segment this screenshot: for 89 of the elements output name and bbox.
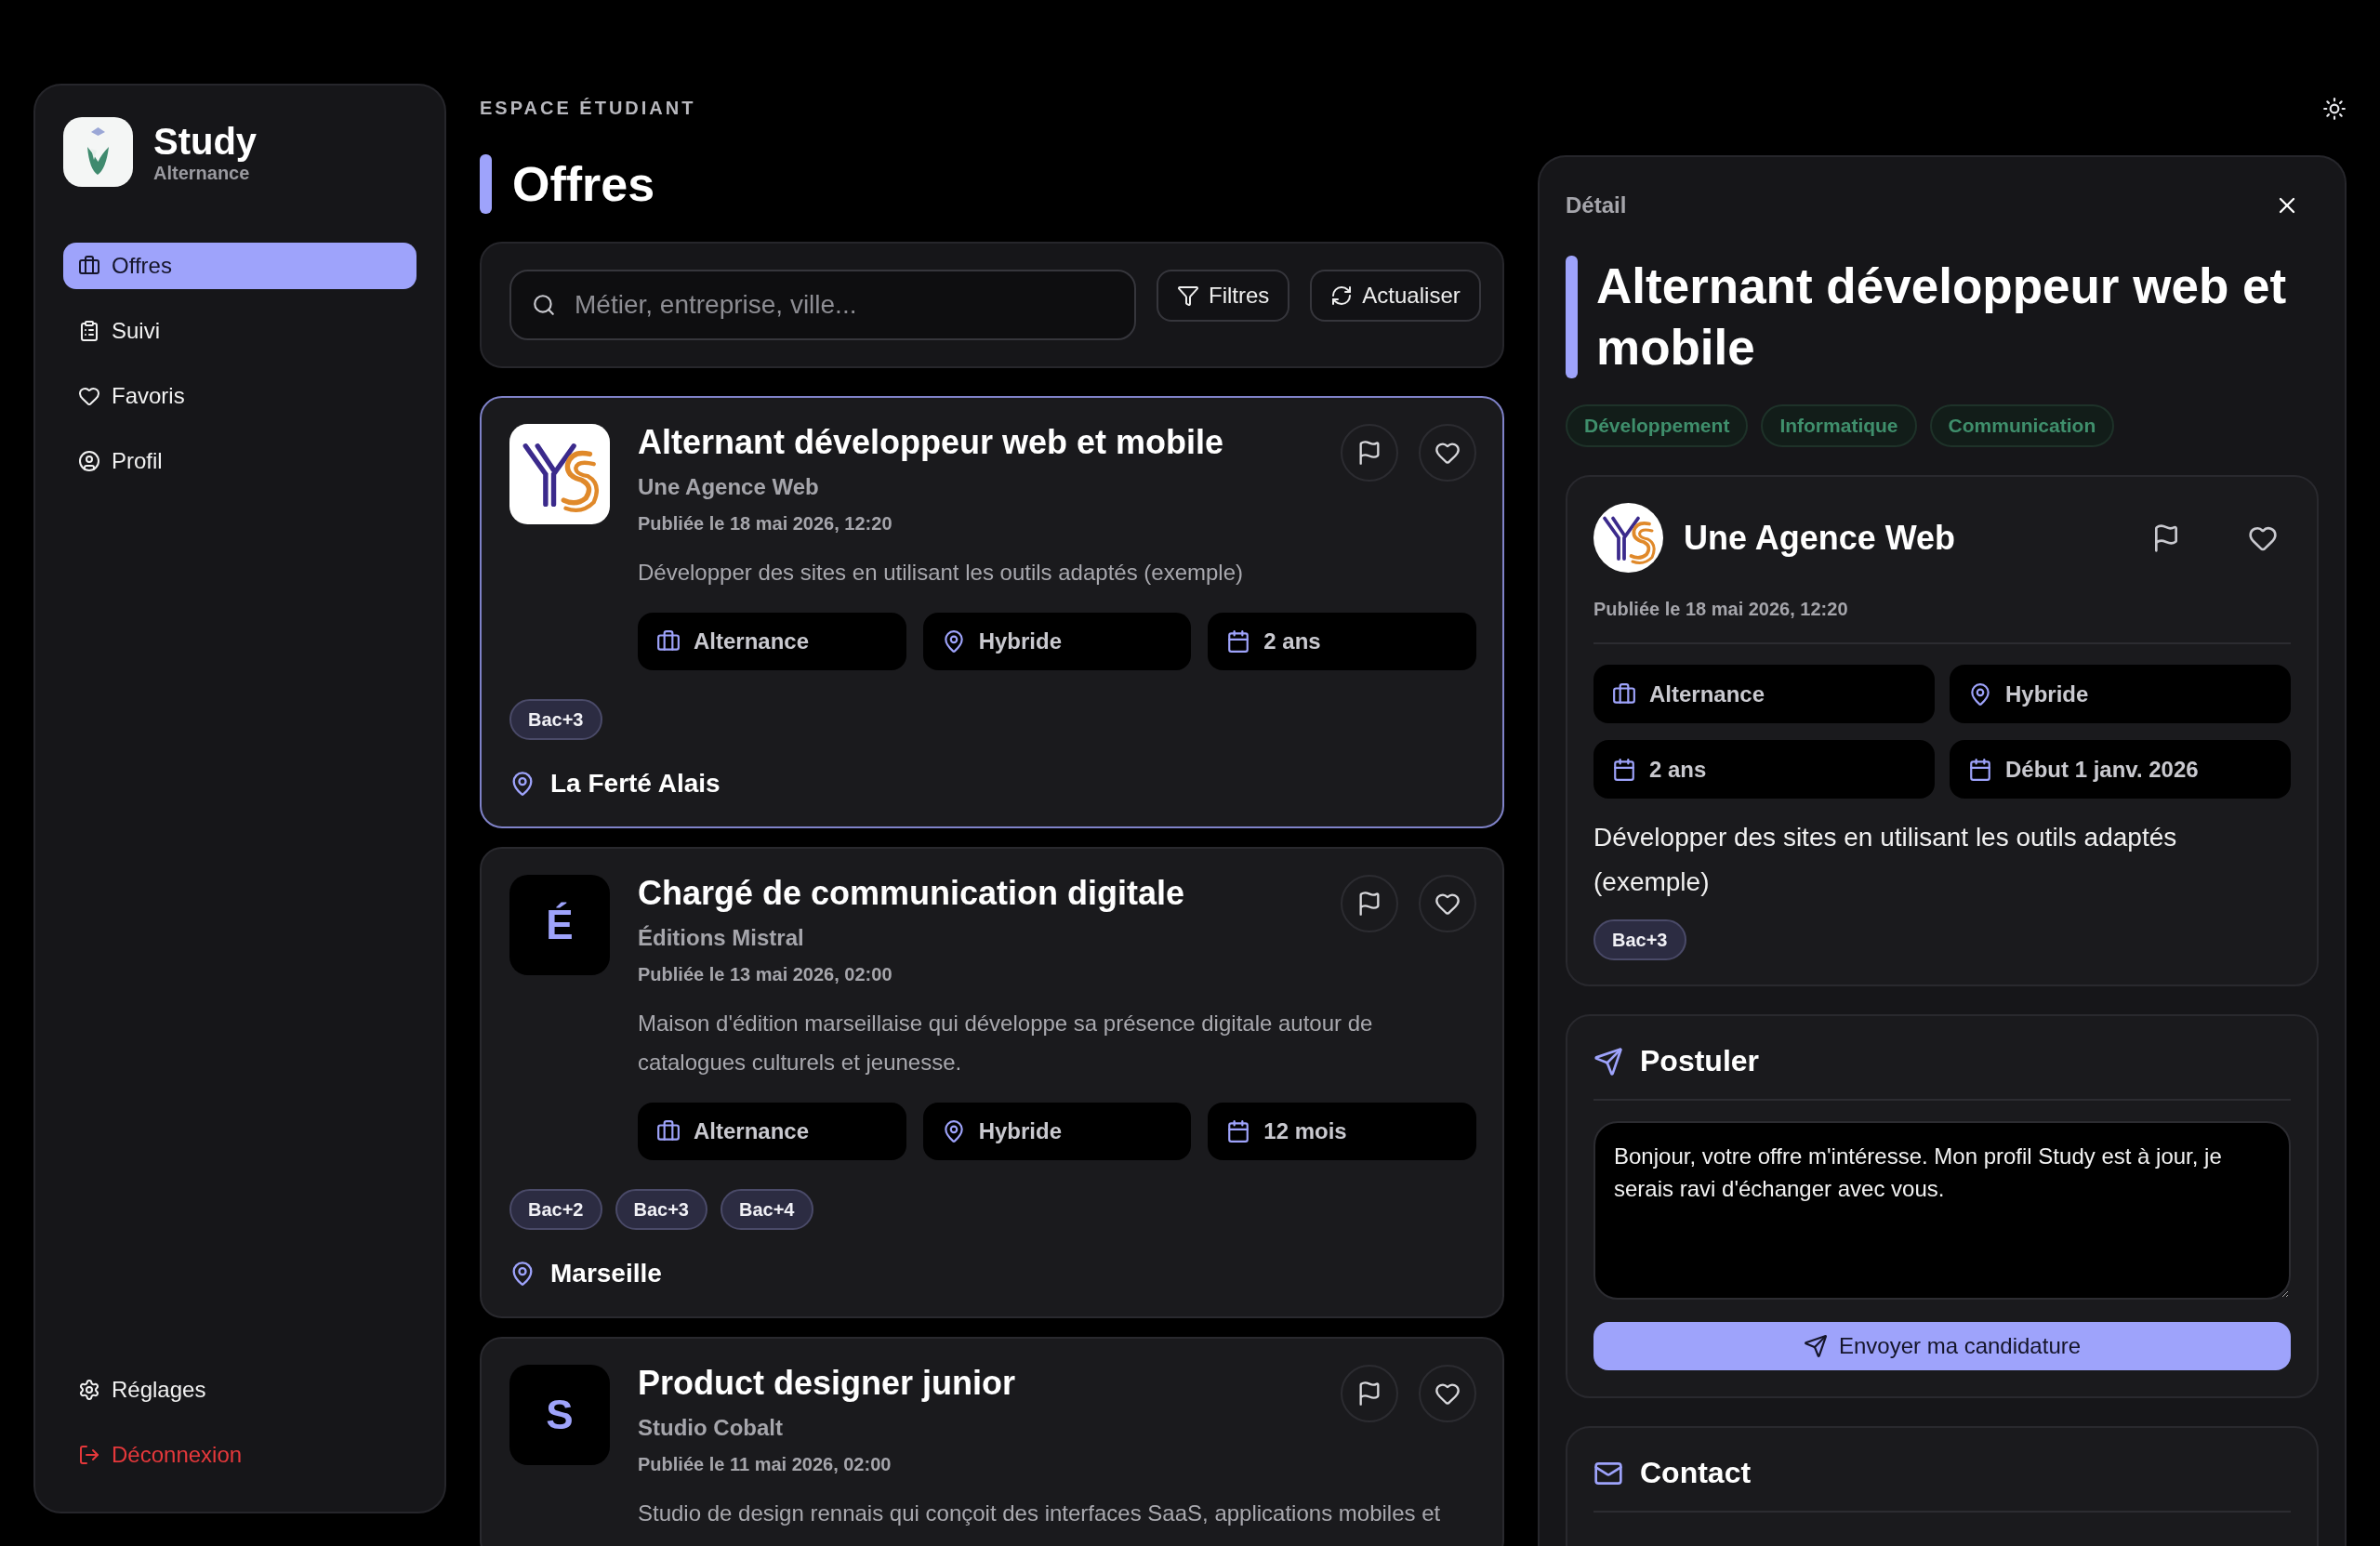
chip-label: Hybride (2005, 681, 2089, 707)
publish-date: Publiée le 18 mai 2026, 12:20 (638, 513, 893, 535)
briefcase-icon (656, 1119, 681, 1143)
company-logo: É (509, 875, 610, 975)
send-icon (1803, 1334, 1828, 1358)
category-tag: Développement (1566, 404, 1749, 447)
calendar-icon (1226, 629, 1251, 654)
offer-description: Développer des sites en utilisant les outils adaptés (exemple) (1593, 822, 2178, 898)
favorite-button[interactable] (1419, 875, 1476, 932)
level-tag: Bac+3 (1593, 919, 1686, 960)
settings-icon (78, 1379, 100, 1401)
company-name: Éditions Mistral (638, 925, 805, 951)
section-title: Postuler (1640, 1044, 1760, 1078)
nav-item[interactable]: Profil (63, 438, 416, 484)
publish-date: Publiée le 18 mai 2026, 12:20 (1593, 599, 1849, 620)
briefcase-icon (1612, 681, 1636, 707)
category-tag: Informatique (1761, 404, 1917, 447)
chip-label: 2 ans (1649, 756, 1707, 783)
app-name: Study (153, 120, 258, 163)
nav-item[interactable]: Suivi (63, 308, 416, 354)
calendar-icon (1226, 1119, 1251, 1143)
send-icon (1593, 1046, 1623, 1077)
favorite-button[interactable] (1419, 424, 1476, 482)
offer-title: Product designer junior (638, 1363, 1016, 1404)
logout-icon (78, 1444, 100, 1466)
favorite-button[interactable] (1419, 1365, 1476, 1422)
briefcase-icon (78, 255, 100, 277)
company-logo: S (509, 1365, 610, 1465)
chip-label: 2 ans (1263, 628, 1321, 654)
publish-date: Publiée le 11 mai 2026, 02:00 (638, 1454, 892, 1475)
heart-icon (1435, 891, 1461, 917)
offer-card[interactable]: Alternant développeur web et mobile Une Agence Web Publiée le 18 mai 2026, 12:20 Développer des sites en utilisant les outils adaptés (exemple) Alternance Hybride 2 ans Bac+3 La Ferté Alais (480, 396, 1504, 828)
detail-title: Alternant développeur web et mobile (1596, 258, 2288, 377)
level-tag: Bac+4 (721, 1189, 813, 1230)
section-label: ESPACE ÉTUDIANT (480, 98, 697, 119)
heart-icon (1435, 1381, 1461, 1407)
refresh-icon (1330, 284, 1354, 307)
nav-item[interactable]: Réglages (63, 1367, 416, 1413)
app-subtitle: Alternance (153, 163, 251, 184)
logout-link[interactable]: Déconnexion (63, 1432, 416, 1478)
offer-description: Développer des sites en utilisant les outils adaptés (exemple) (638, 559, 1244, 587)
company-name: Une Agence Web (1684, 518, 1957, 558)
calendar-icon (1968, 757, 1992, 782)
company-name: Une Agence Web (638, 474, 820, 500)
level-tag: Bac+3 (615, 1189, 707, 1230)
offer-title: Chargé de communication digitale (638, 873, 1185, 914)
panel-label: Détail (1566, 192, 1627, 218)
filter-icon (1177, 284, 1199, 307)
chip-label: Alternance (694, 1118, 810, 1144)
offer-title: Alternant développeur web et mobile (638, 422, 1224, 463)
pin-icon (1968, 681, 1992, 707)
offer-description: Maison d'édition marseillaise qui développe sa présence digitale autour de catalogues culturels et jeunesse. (638, 1010, 1374, 1077)
nav-item[interactable]: Offres (63, 243, 416, 289)
chip-label: Alternance (1649, 681, 1765, 707)
company-name: Studio Cobalt (638, 1415, 784, 1441)
city-label: Marseille (550, 1259, 662, 1288)
heart-icon (1435, 440, 1461, 466)
user-icon (78, 450, 100, 472)
chip-label: Hybride (978, 1118, 1062, 1144)
offer-description: Studio de design rennais qui conçoit des interfaces SaaS, applications mobiles et (638, 1500, 1442, 1527)
send-button[interactable]: Envoyer ma candidature (1593, 1322, 2291, 1370)
clipboard-icon (78, 320, 100, 342)
search-field[interactable]: Métier, entreprise, ville... (509, 270, 1136, 340)
report-button[interactable] (1341, 875, 1398, 932)
chip-label: 12 mois (1263, 1118, 1347, 1144)
report-button[interactable] (1341, 424, 1398, 482)
nav-item[interactable]: Favoris (63, 373, 416, 419)
level-tag: Bac+2 (509, 1189, 602, 1230)
heart-icon (78, 385, 100, 407)
sun-icon (2322, 97, 2347, 121)
category-tag: Communication (1929, 404, 2115, 447)
filter-button[interactable]: Filtres (1157, 270, 1290, 322)
page-title: Offres (512, 156, 655, 212)
chip-label: Début 1 janv. 2026 (2005, 756, 2199, 783)
report-button[interactable] (1341, 1365, 1398, 1422)
offer-card[interactable]: S Product designer junior Studio Cobalt Publiée le 11 mai 2026, 02:00 Studio de design rennais qui conçoit des interfaces SaaS, applications mobiles et (480, 1337, 1504, 1546)
publish-date: Publiée le 13 mai 2026, 02:00 (638, 964, 893, 985)
calendar-icon (1612, 757, 1636, 782)
chip-label: Alternance (694, 628, 810, 654)
search-icon (532, 293, 556, 317)
offer-card[interactable] (480, 847, 1504, 1318)
chip-label: Hybride (978, 628, 1062, 654)
section-title: Contact (1640, 1456, 1752, 1490)
refresh-button[interactable]: Actualiser (1310, 270, 1481, 322)
briefcase-icon (656, 629, 681, 654)
city-label: La Ferté Alais (550, 769, 721, 799)
accent-bar (480, 154, 492, 214)
level-tag: Bac+3 (509, 699, 602, 740)
message-field[interactable]: Bonjour, votre offre m'intéresse. Mon profil Study est à jour, je serais ravi d'échanger avec vous. (1593, 1121, 2291, 1300)
